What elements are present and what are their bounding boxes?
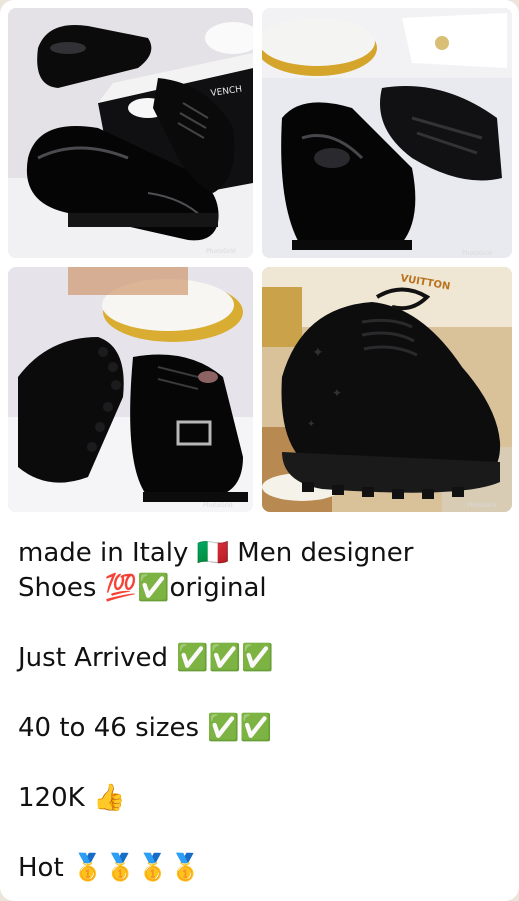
shoe-photo-2[interactable]: PhotoGrid <box>262 8 512 258</box>
caption-line: 120K 👍 <box>18 783 126 813</box>
shoe-photo-3[interactable]: PhotoGrid <box>8 267 253 512</box>
svg-text:✦: ✦ <box>332 386 342 400</box>
svg-text:✦: ✦ <box>312 345 324 361</box>
caption-line: 40 to 46 sizes ✅✅ <box>18 713 273 743</box>
caption-line: Shoes 💯✅original <box>18 573 267 603</box>
shoe-photo-1[interactable]: VENCH PhotoGrid <box>8 8 253 258</box>
photo-watermark: PhotoGrid <box>462 250 492 257</box>
photo-watermark: PhotoGrid <box>203 502 233 509</box>
shoe-photo-4[interactable]: VUITTON ✦ ✦ ✦ PhotoGrid <box>262 267 512 512</box>
caption-line: Just Arrived ✅✅✅ <box>18 643 274 673</box>
svg-text:✦: ✦ <box>307 419 315 430</box>
photo-watermark: PhotoGrid <box>206 248 236 255</box>
caption-line: Hot 🥇🥇🥇🥇 <box>18 853 202 883</box>
message-caption: made in Italy 🇮🇹 Men designer Shoes 💯✅or… <box>18 536 508 886</box>
caption-line: made in Italy 🇮🇹 Men designer <box>18 538 414 568</box>
photo-watermark: PhotoGrid <box>467 502 497 509</box>
message-bubble: VENCH PhotoGrid PhotoGrid PhotoGrid VUIT… <box>0 0 519 901</box>
